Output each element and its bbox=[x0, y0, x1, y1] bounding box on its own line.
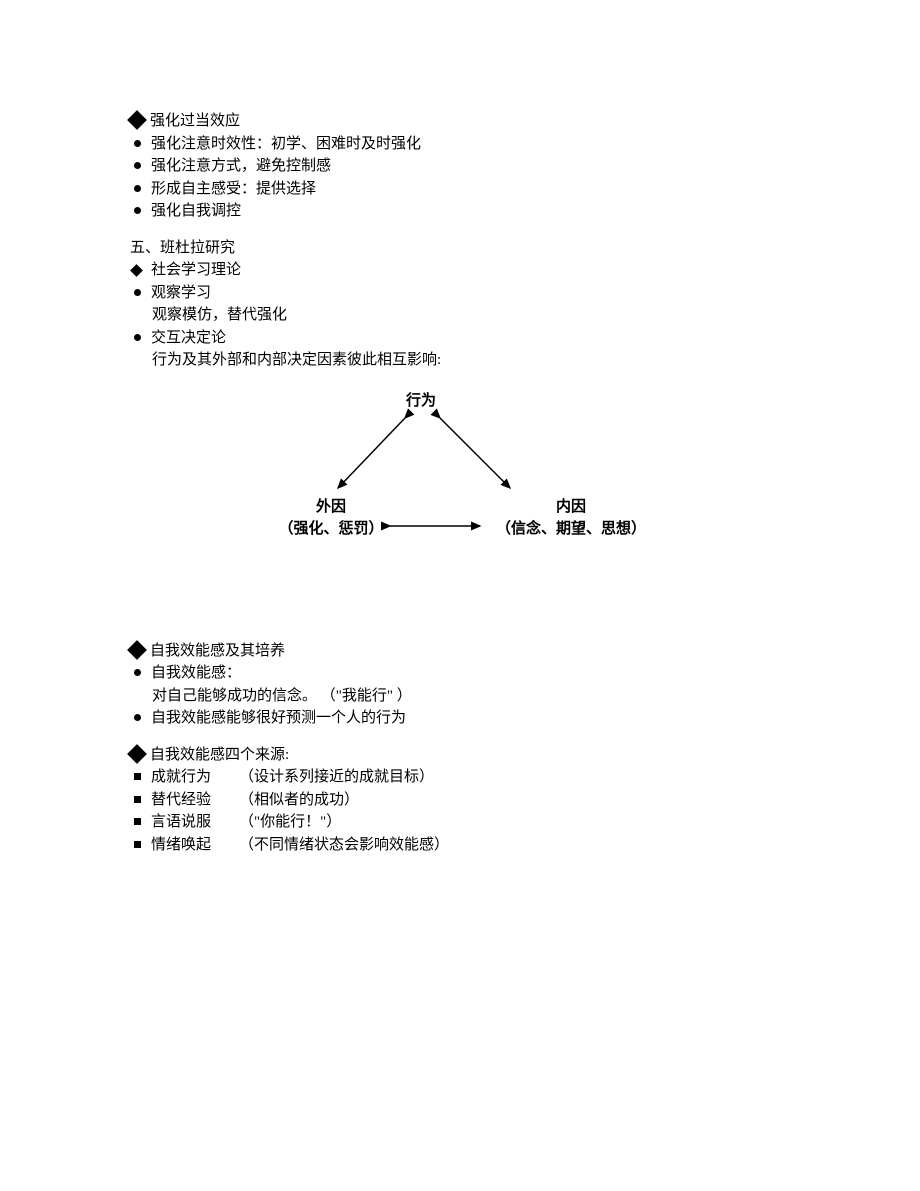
desc: （设计系列接近的成就目标） bbox=[239, 766, 434, 789]
section2-item2-sub: 行为及其外部和内部决定因素彼此相互影响: bbox=[130, 349, 790, 372]
bullet-icon bbox=[134, 289, 141, 296]
diagram-left-sub: （强化、惩罚） bbox=[266, 518, 396, 541]
section2-item1: 观察学习 bbox=[130, 282, 790, 305]
section2-title: 五、班杜拉研究 bbox=[130, 237, 790, 260]
section1-item-3: 强化自我调控 bbox=[130, 200, 790, 223]
square-icon bbox=[134, 818, 141, 825]
desc: （相似者的成功） bbox=[239, 789, 359, 812]
section2-diamond-line: 社会学习理论 bbox=[130, 259, 790, 282]
label: 情绪唤起 bbox=[151, 834, 239, 857]
bullet-icon bbox=[134, 162, 141, 169]
diamond-icon bbox=[127, 110, 147, 130]
label: 替代经验 bbox=[151, 789, 239, 812]
desc: （不同情绪状态会影响效能感） bbox=[239, 834, 449, 857]
bullet-icon bbox=[134, 185, 141, 192]
square-icon bbox=[134, 773, 141, 780]
text: 形成自主感受：提供选择 bbox=[151, 178, 316, 201]
diagram-right-sub: （信念、期望、思想） bbox=[476, 518, 666, 541]
section3-title: 自我效能感及其培养 bbox=[150, 640, 285, 663]
section3-title-line: 自我效能感及其培养 bbox=[130, 640, 790, 663]
bullet-icon bbox=[134, 140, 141, 147]
section3-item1: 自我效能感： bbox=[130, 662, 790, 685]
page: 强化过当效应 强化注意时效性：初学、困难时及时强化 强化注意方式，避免控制感 形… bbox=[0, 0, 920, 1191]
section3-item1-sub: 对自己能够成功的信念。 （"我能行" ） bbox=[130, 685, 790, 708]
text: 观察学习 bbox=[151, 282, 211, 305]
bullet-icon bbox=[134, 207, 141, 214]
triangle-diagram: 行为 外因 （强化、惩罚） 内因 （信念、期望、思想） bbox=[180, 390, 680, 585]
section4-title: 自我效能感四个来源: bbox=[150, 744, 289, 767]
text: 自我效能感： bbox=[151, 662, 241, 685]
diagram-right-label: 内因 bbox=[476, 496, 666, 519]
section4-item-2: 言语说服 （"你能行！"） bbox=[130, 811, 790, 834]
section1-title-line: 强化过当效应 bbox=[130, 110, 790, 133]
section2-item1-sub: 观察模仿，替代强化 bbox=[130, 304, 790, 327]
section4-item-3: 情绪唤起 （不同情绪状态会影响效能感） bbox=[130, 834, 790, 857]
section4-title-line: 自我效能感四个来源: bbox=[130, 744, 790, 767]
diagram-arrows bbox=[180, 390, 680, 585]
text: 交互决定论 bbox=[151, 327, 226, 350]
text: 强化自我调控 bbox=[151, 200, 241, 223]
square-icon bbox=[134, 796, 141, 803]
bullet-icon bbox=[134, 334, 141, 341]
section1-item-1: 强化注意方式，避免控制感 bbox=[130, 155, 790, 178]
diagram-top: 行为 bbox=[406, 390, 436, 413]
diagram-left: 外因 （强化、惩罚） bbox=[266, 496, 396, 541]
text: 自我效能感能够很好预测一个人的行为 bbox=[151, 707, 406, 730]
bullet-icon bbox=[134, 714, 141, 721]
section2-item2: 交互决定论 bbox=[130, 327, 790, 350]
section1-item-2: 形成自主感受：提供选择 bbox=[130, 178, 790, 201]
section3-item2: 自我效能感能够很好预测一个人的行为 bbox=[130, 707, 790, 730]
text: 强化注意时效性：初学、困难时及时强化 bbox=[151, 133, 421, 156]
label: 成就行为 bbox=[151, 766, 239, 789]
section1-item-0: 强化注意时效性：初学、困难时及时强化 bbox=[130, 133, 790, 156]
text: 强化注意方式，避免控制感 bbox=[151, 155, 331, 178]
text: 社会学习理论 bbox=[151, 259, 241, 282]
bullet-icon bbox=[134, 669, 141, 676]
desc: （"你能行！"） bbox=[239, 811, 341, 834]
section4-item-0: 成就行为 （设计系列接近的成就目标） bbox=[130, 766, 790, 789]
label: 言语说服 bbox=[151, 811, 239, 834]
diamond-icon bbox=[127, 744, 147, 764]
diamond-icon bbox=[127, 640, 147, 660]
diamond-small-icon bbox=[130, 264, 143, 277]
section4-item-1: 替代经验 （相似者的成功） bbox=[130, 789, 790, 812]
section1-title: 强化过当效应 bbox=[150, 110, 240, 133]
diagram-right: 内因 （信念、期望、思想） bbox=[476, 496, 666, 541]
diagram-left-label: 外因 bbox=[266, 496, 396, 519]
square-icon bbox=[134, 841, 141, 848]
